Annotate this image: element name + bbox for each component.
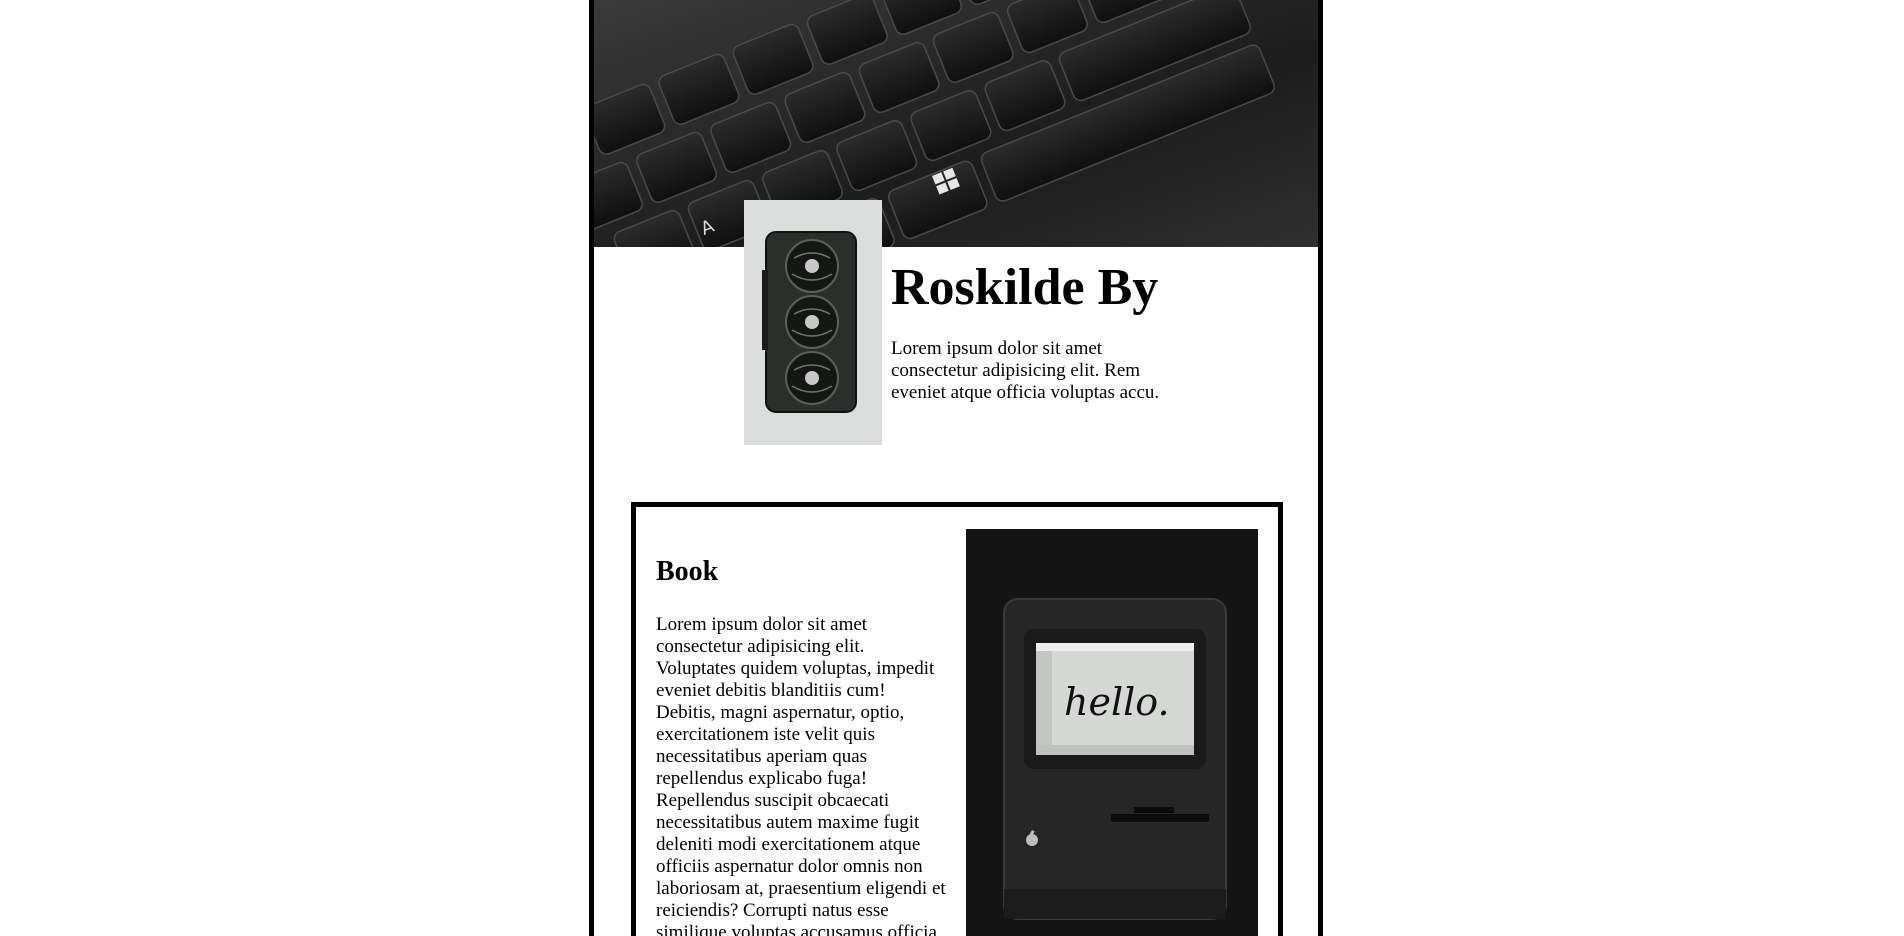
book-card: Book Lorem ipsum dolor sit amet consecte… <box>631 502 1283 936</box>
keyboard-photo-icon: A Z <box>594 0 1318 247</box>
profile-description: Lorem ipsum dolor sit amet consectetur a… <box>891 338 1160 403</box>
vintage-computer-photo: hello. <box>966 529 1258 936</box>
profile-title: Roskilde By <box>891 259 1159 316</box>
vintage-computer-icon: hello. <box>966 529 1258 936</box>
card-title: Book <box>656 556 719 587</box>
hero-banner: A Z <box>594 0 1318 247</box>
page-frame: A Z <box>589 0 1323 936</box>
card-description: Lorem ipsum dolor sit amet consectetur a… <box>656 614 946 936</box>
graphics-card-icon <box>744 200 882 445</box>
screen-greeting-text: hello. <box>1064 680 1170 724</box>
graphics-card-photo <box>744 200 882 445</box>
